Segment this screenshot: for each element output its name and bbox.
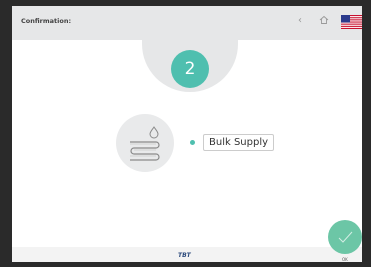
device-frame: Confirmation: ‹ 2 Bulk Supply TBT OK [0, 0, 371, 267]
step-indicator: 2 [171, 50, 209, 88]
water-drop-pipe-icon [116, 114, 174, 172]
selection-dot [190, 139, 195, 145]
company-logo: TBT [178, 252, 191, 259]
bezel-left [0, 0, 12, 267]
bezel-right [362, 0, 371, 267]
confirm-button[interactable] [328, 220, 362, 254]
confirm-label: OK [342, 257, 348, 262]
screen: Confirmation: ‹ 2 Bulk Supply TBT OK [12, 6, 362, 262]
us-flag-icon[interactable] [341, 15, 362, 29]
supply-option-bulk[interactable]: Bulk Supply [190, 133, 275, 151]
chevron-left-icon[interactable]: ‹ [298, 15, 302, 26]
bezel-bottom [0, 262, 371, 267]
page-title: Confirmation: [21, 17, 72, 25]
supply-option-label: Bulk Supply [203, 133, 275, 151]
home-icon[interactable] [319, 15, 329, 25]
checkmark-icon [338, 231, 353, 243]
